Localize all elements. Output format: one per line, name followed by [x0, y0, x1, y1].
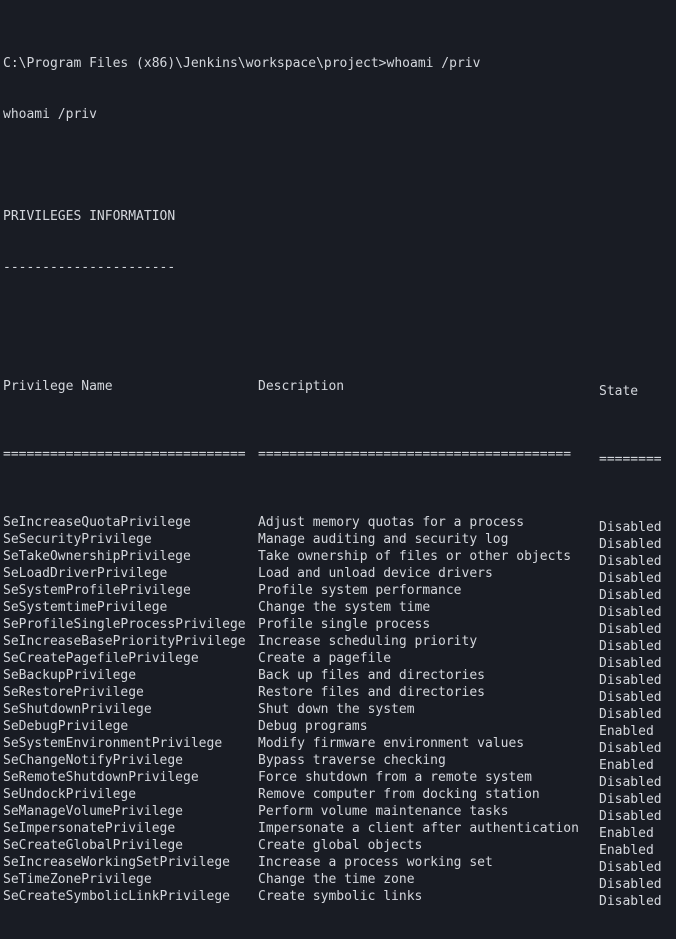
- cell-description: Load and unload device drivers: [258, 566, 493, 581]
- cell-privilege-name: SeChangeNotifyPrivilege: [3, 753, 184, 768]
- table-row: SeTimeZonePrivilege Change the time zone D…: [3, 871, 676, 892]
- cell-description: Manage auditing and security log: [258, 532, 509, 547]
- cell-state: Disabled: [599, 894, 662, 909]
- cell-description: Create a pagefile: [258, 651, 392, 666]
- terminal-window[interactable]: C:\Program Files (x86)\Jenkins\workspace…: [0, 0, 676, 909]
- cell-description: Force shutdown from a remote system: [258, 770, 532, 785]
- cell-privilege-name: SeShutdownPrivilege: [3, 702, 152, 717]
- blank-line-2: [3, 310, 676, 327]
- header-description: Description: [258, 379, 345, 394]
- cell-privilege-name: SeSecurityPrivilege: [3, 532, 152, 547]
- section-title: PRIVILEGES INFORMATION: [3, 209, 176, 224]
- header-privilege-name: Privilege Name: [3, 379, 113, 394]
- echoed-command-line: whoami /priv: [3, 107, 97, 122]
- cell-privilege-name: SeSystemEnvironmentPrivilege: [3, 736, 223, 751]
- table-row: SeImpersonatePrivilege Impersonate a clie…: [3, 820, 676, 841]
- table-row: SeIncreaseBasePriorityPrivilege Increase …: [3, 633, 676, 654]
- cell-privilege-name: SeBackupPrivilege: [3, 668, 137, 683]
- cell-privilege-name: SeCreateSymbolicLinkPrivilege: [3, 889, 230, 904]
- section-rule: ----------------------: [3, 260, 176, 275]
- cell-description: Impersonate a client after authenticatio…: [258, 821, 579, 836]
- cell-description: Create global objects: [258, 838, 423, 853]
- cell-privilege-name: SeCreateGlobalPrivilege: [3, 838, 184, 853]
- cell-description: Remove computer from docking station: [258, 787, 540, 802]
- table-header-rule-row: =============================== =========…: [3, 446, 676, 467]
- table-row: SeShutdownPrivilege Shut down the system D…: [3, 701, 676, 722]
- cell-privilege-name: SeLoadDriverPrivilege: [3, 566, 168, 581]
- cell-description: Perform volume maintenance tasks: [258, 804, 509, 819]
- table-row: SeIncreaseWorkingSetPrivilege Increase a …: [3, 854, 676, 875]
- table-row: SeSecurityPrivilege Manage auditing and s…: [3, 531, 676, 552]
- cell-privilege-name: SeCreatePagefilePrivilege: [3, 651, 199, 666]
- cell-description: Restore files and directories: [258, 685, 485, 700]
- cell-privilege-name: SeImpersonatePrivilege: [3, 821, 176, 836]
- cell-privilege-name: SeTakeOwnershipPrivilege: [3, 549, 191, 564]
- table-row: SeSystemEnvironmentPrivilege Modify firmw…: [3, 735, 676, 756]
- cell-privilege-name: SeUndockPrivilege: [3, 787, 137, 802]
- table-row: SeRemoteShutdownPrivilege Force shutdown …: [3, 769, 676, 790]
- table-row: SeRestorePrivilege Restore files and dire…: [3, 684, 676, 705]
- cell-description: Profile system performance: [258, 583, 462, 598]
- rule-state: ========: [599, 452, 662, 467]
- table-row: SeManageVolumePrivilege Perform volume ma…: [3, 803, 676, 824]
- table-row: SeCreateGlobalPrivilege Create global obj…: [3, 837, 676, 858]
- blank-line-1: [3, 157, 676, 174]
- cell-privilege-name: SeRemoteShutdownPrivilege: [3, 770, 199, 785]
- cell-privilege-name: SeManageVolumePrivilege: [3, 804, 184, 819]
- cell-privilege-name: SeRestorePrivilege: [3, 685, 144, 700]
- table-header-row: Privilege Name Description State: [3, 378, 676, 399]
- cell-privilege-name: SeTimeZonePrivilege: [3, 872, 152, 887]
- cell-description: Modify firmware environment values: [258, 736, 525, 751]
- cell-privilege-name: SeIncreaseBasePriorityPrivilege: [3, 634, 246, 649]
- cell-privilege-name: SeSystemtimePrivilege: [3, 600, 168, 615]
- table-row: SeChangeNotifyPrivilege Bypass traverse c…: [3, 752, 676, 773]
- table-row: SeSystemtimePrivilege Change the system t…: [3, 599, 676, 620]
- cell-description: Increase a process working set: [258, 855, 493, 870]
- cell-description: Take ownership of files or other objects: [258, 549, 572, 564]
- privileges-table-body: SeIncreaseQuotaPrivilege Adjust memory qu…: [3, 514, 676, 909]
- cell-privilege-name: SeProfileSingleProcessPrivilege: [3, 617, 246, 632]
- cell-description: Adjust memory quotas for a process: [258, 515, 525, 530]
- table-row: SeUndockPrivilege Remove computer from do…: [3, 786, 676, 807]
- header-state: State: [599, 384, 639, 399]
- cell-description: Profile single process: [258, 617, 431, 632]
- rule-description: ========================================: [258, 447, 572, 462]
- command-prompt-line: C:\Program Files (x86)\Jenkins\workspace…: [3, 56, 481, 71]
- cell-description: Change the system time: [258, 600, 431, 615]
- cell-description: Bypass traverse checking: [258, 753, 446, 768]
- table-row: SeBackupPrivilege Back up files and direc…: [3, 667, 676, 688]
- table-row: SeCreatePagefilePrivilege Create a pagefi…: [3, 650, 676, 671]
- table-row: SeCreateSymbolicLinkPrivilege Create symb…: [3, 888, 676, 909]
- table-row: SeSystemProfilePrivilege Profile system p…: [3, 582, 676, 603]
- cell-description: Shut down the system: [258, 702, 415, 717]
- cell-privilege-name: SeSystemProfilePrivilege: [3, 583, 191, 598]
- cell-privilege-name: SeIncreaseWorkingSetPrivilege: [3, 855, 230, 870]
- table-row: SeDebugPrivilege Debug programs Enabled: [3, 718, 676, 739]
- cell-description: Change the time zone: [258, 872, 415, 887]
- table-row: SeTakeOwnershipPrivilege Take ownership o…: [3, 548, 676, 569]
- table-row: SeLoadDriverPrivilege Load and unload dev…: [3, 565, 676, 586]
- cell-description: Create symbolic links: [258, 889, 423, 904]
- table-row: SeProfileSingleProcessPrivilege Profile s…: [3, 616, 676, 637]
- cell-description: Back up files and directories: [258, 668, 485, 683]
- cell-privilege-name: SeIncreaseQuotaPrivilege: [3, 515, 191, 530]
- cell-privilege-name: SeDebugPrivilege: [3, 719, 129, 734]
- cell-description: Increase scheduling priority: [258, 634, 478, 649]
- rule-privilege-name: ===============================: [3, 447, 246, 462]
- cell-description: Debug programs: [258, 719, 368, 734]
- table-row: SeIncreaseQuotaPrivilege Adjust memory qu…: [3, 514, 676, 535]
